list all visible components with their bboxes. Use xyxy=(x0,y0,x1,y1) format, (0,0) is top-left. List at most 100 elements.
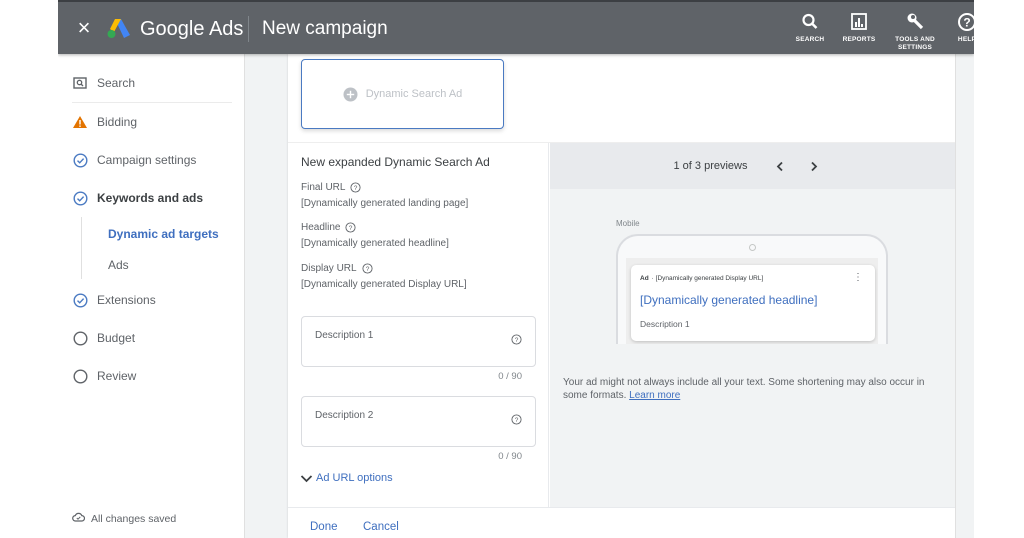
done-button[interactable]: Done xyxy=(310,521,338,533)
sidebar-item-label: Keywords and ads xyxy=(97,191,204,205)
preview-disclaimer: Your ad might not always include all you… xyxy=(563,376,948,402)
preview-navigation: 1 of 3 previews xyxy=(550,143,955,189)
headline-value: [Dynamically generated headline] xyxy=(301,238,449,249)
description-2-placeholder: Description 2 xyxy=(315,410,374,421)
device-label: Mobile xyxy=(616,219,640,228)
display-url-value: [Dynamically generated Display URL] xyxy=(301,279,467,290)
dynamic-search-ad-tile[interactable]: Dynamic Search Ad xyxy=(301,59,504,129)
sidebar-item-campaign-settings[interactable]: Campaign settings xyxy=(72,148,196,172)
add-circle-icon xyxy=(343,87,358,101)
sidebar-item-bidding[interactable]: Bidding xyxy=(72,110,137,134)
sidebar-subitem-ads[interactable]: Ads xyxy=(108,258,129,272)
search-tool-button[interactable]: SEARCH xyxy=(788,12,832,44)
display-url-label-text: Display URL xyxy=(301,263,357,274)
sidebar-item-label: Extensions xyxy=(97,293,156,307)
help-icon[interactable]: ? xyxy=(511,414,522,425)
google-ads-window: × Google Ads New campaign SEARCH REPORTS… xyxy=(58,0,974,538)
description-1-input[interactable]: Description 1 ? xyxy=(301,316,536,367)
help-label: HELP xyxy=(957,36,974,43)
svg-text:?: ? xyxy=(365,266,369,273)
preview-count: 1 of 3 previews xyxy=(673,160,748,172)
reports-icon xyxy=(851,13,867,30)
svg-text:?: ? xyxy=(515,417,519,424)
final-url-label-text: Final URL xyxy=(301,182,346,193)
empty-circle-icon xyxy=(72,368,88,384)
check-circle-icon xyxy=(72,190,88,206)
chevron-left-icon xyxy=(777,161,784,171)
cancel-button[interactable]: Cancel xyxy=(363,521,399,533)
save-status: All changes saved xyxy=(72,512,176,525)
check-circle-icon xyxy=(72,292,88,308)
description-2-input[interactable]: Description 2 ? xyxy=(301,396,536,447)
headline-label: Headline ? xyxy=(301,222,357,233)
close-icon: × xyxy=(77,15,91,40)
empty-circle-icon xyxy=(72,330,88,346)
form-title: New expanded Dynamic Search Ad xyxy=(301,155,490,169)
chevron-down-icon xyxy=(300,474,313,482)
sidebar-item-keywords-and-ads[interactable]: Keywords and ads xyxy=(72,186,203,210)
description-2-counter: 0 / 90 xyxy=(498,451,522,462)
search-icon xyxy=(802,13,818,29)
svg-text:?: ? xyxy=(515,337,519,344)
sidebar-item-extensions[interactable]: Extensions xyxy=(72,288,156,312)
ad-url-options-label: Ad URL options xyxy=(316,472,393,484)
close-button[interactable]: × xyxy=(72,16,96,40)
ad-preview-panel: 1 of 3 previews Mobile Ad · [Dynamically … xyxy=(550,143,955,507)
help-icon[interactable]: ? xyxy=(345,222,357,233)
google-ads-logo-icon xyxy=(107,19,130,38)
sidebar-item-label: Bidding xyxy=(97,115,138,129)
help-icon[interactable]: ? xyxy=(350,182,362,193)
tools-settings-button[interactable]: TOOLS AND SETTINGS xyxy=(890,12,940,52)
ad-preview-card: Ad · [Dynamically generated Display URL] … xyxy=(631,265,875,341)
campaign-steps-sidebar: Search Bidding Campaign settings Keyword… xyxy=(58,54,245,538)
warning-icon xyxy=(72,114,88,130)
help-button[interactable]: ? HELP xyxy=(948,12,974,44)
previous-preview-button[interactable] xyxy=(769,155,791,177)
phone-camera-icon xyxy=(749,244,756,251)
help-icon: ? xyxy=(958,13,974,31)
sidebar-item-label: Review xyxy=(97,369,137,383)
display-url-label: Display URL ? xyxy=(301,263,373,274)
right-gutter xyxy=(955,54,974,538)
sidebar-item-label: Campaign settings xyxy=(97,153,197,167)
search-tool-label: SEARCH xyxy=(795,36,825,43)
help-icon[interactable]: ? xyxy=(511,334,522,345)
sidebar-item-label: Search xyxy=(97,76,136,90)
sidebar-item-label: Budget xyxy=(97,331,136,345)
mobile-phone-frame: Ad · [Dynamically generated Display URL] … xyxy=(616,234,888,344)
reports-tool-label: REPORTS xyxy=(842,36,876,43)
help-icon[interactable]: ? xyxy=(362,263,373,274)
ad-form: New expanded Dynamic Search Ad Final URL… xyxy=(288,143,549,507)
disclaimer-text: Your ad might not always include all you… xyxy=(563,377,925,401)
search-campaign-icon xyxy=(72,75,88,91)
dynamic-search-ad-label: Dynamic Search Ad xyxy=(365,88,463,100)
ad-url-line: Ad · [Dynamically generated Display URL] xyxy=(640,275,763,282)
learn-more-link[interactable]: Learn more xyxy=(629,390,680,401)
sidebar-item-budget[interactable]: Budget xyxy=(72,326,135,350)
sidebar-subitem-dynamic-ad-targets[interactable]: Dynamic ad targets xyxy=(108,227,219,241)
final-url-value: [Dynamically generated landing page] xyxy=(301,198,469,209)
svg-text:?: ? xyxy=(349,225,353,232)
final-url-label: Final URL ? xyxy=(301,182,362,193)
ad-url-options-toggle[interactable]: Ad URL options xyxy=(300,472,393,484)
svg-text:?: ? xyxy=(963,16,970,30)
next-preview-button[interactable] xyxy=(803,155,825,177)
chevron-right-icon xyxy=(811,161,818,171)
check-circle-icon xyxy=(72,152,88,168)
wrench-icon xyxy=(907,13,924,30)
ad-headline[interactable]: [Dynamically generated headline] xyxy=(640,293,817,307)
description-1-counter: 0 / 90 xyxy=(498,371,522,382)
page-title: New campaign xyxy=(262,18,388,39)
more-vert-icon[interactable]: ⋮ xyxy=(853,273,863,283)
phone-screen: Ad · [Dynamically generated Display URL] … xyxy=(626,258,878,344)
subitem-guide-line xyxy=(81,217,82,279)
cloud-done-icon xyxy=(72,512,86,525)
header-divider xyxy=(248,16,249,42)
top-app-bar: × Google Ads New campaign SEARCH REPORTS… xyxy=(58,0,974,54)
sidebar-item-search[interactable]: Search xyxy=(72,71,135,95)
sidebar-item-review[interactable]: Review xyxy=(72,364,136,388)
description-1-placeholder: Description 1 xyxy=(315,330,374,341)
brand-name: Google Ads xyxy=(140,18,244,40)
reports-tool-button[interactable]: REPORTS xyxy=(836,12,882,44)
ad-editor-card: Dynamic Search Ad New expanded Dynamic S… xyxy=(288,54,955,538)
